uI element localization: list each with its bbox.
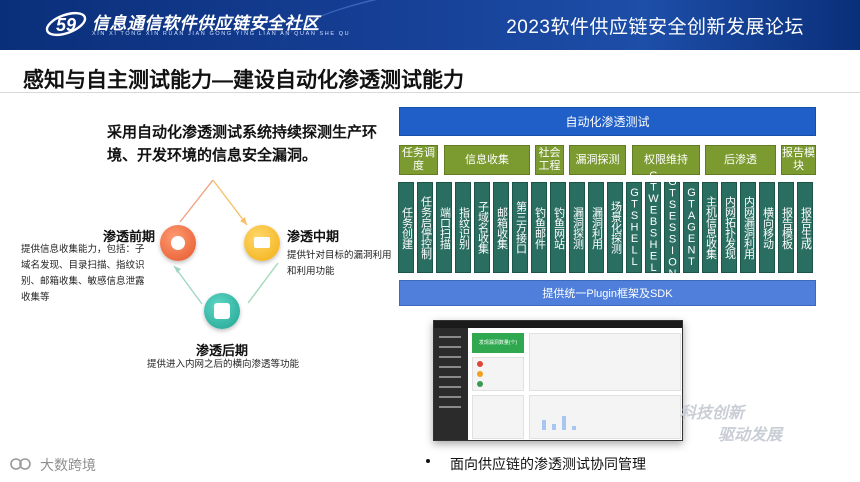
module-item: 指纹识别 bbox=[455, 182, 471, 273]
screenshot-chart-panel bbox=[529, 395, 681, 439]
phase-middle-icon bbox=[244, 225, 280, 261]
module-item: 内网漏洞利用 bbox=[740, 182, 756, 273]
module-item: GTSESSION bbox=[664, 176, 680, 279]
phase-middle-desc: 提供针对目标的漏洞利用和利用功能 bbox=[287, 250, 392, 277]
module-item: 任务创建 bbox=[398, 182, 414, 273]
arch-footer: 提供统一Plugin框架及SDK bbox=[399, 280, 816, 306]
screenshot-sidebar bbox=[434, 328, 468, 440]
module-item: 任务启停控制 bbox=[417, 182, 433, 273]
module-item: 邮箱收集 bbox=[493, 182, 509, 273]
screenshot-panel bbox=[472, 357, 524, 391]
category-vuln-detection: 漏洞探测 bbox=[569, 145, 626, 175]
product-screenshot: 发现漏洞数量(个) bbox=[433, 320, 683, 441]
module-item: 漏洞探测 bbox=[569, 182, 585, 273]
module-item: 报告模板 bbox=[778, 182, 794, 273]
category-report-module: 报告模块 bbox=[781, 145, 816, 175]
phase-middle-title: 渗透中期 bbox=[287, 229, 340, 244]
module-item: 场景化探测 bbox=[607, 182, 623, 273]
phase-late-desc: 提供进入内网之后的横向渗透等功能 bbox=[147, 359, 300, 370]
module-item: GTWEBSHELL bbox=[645, 170, 661, 285]
module-item: 内网拓扑发现 bbox=[721, 182, 737, 273]
logo-subtitle: XIN XI TONG XIN RUAN JIAN GONG YING LIAN… bbox=[92, 31, 351, 37]
screenshot-stat-banner: 发现漏洞数量(个) bbox=[472, 333, 524, 353]
screenshot-chart-panel bbox=[529, 333, 681, 391]
module-item: GTAGENT bbox=[683, 182, 699, 273]
page-title: 感知与自主测试能力—建设自动化渗透测试能力 bbox=[23, 69, 464, 92]
watermark-line2: 驱动发展 bbox=[718, 427, 783, 444]
module-item: 横向移动 bbox=[759, 182, 775, 273]
module-item: GTSHELL bbox=[626, 182, 642, 273]
header-banner: 59 信息通信软件供应链安全社区 XIN XI TONG XIN RUAN JI… bbox=[0, 0, 860, 50]
category-info-gathering: 信息收集 bbox=[444, 145, 530, 175]
screenshot-panel bbox=[472, 395, 524, 439]
category-privilege-persistence: 权限维持 bbox=[632, 145, 700, 175]
brand-logo-icon bbox=[10, 458, 31, 470]
arch-title: 自动化渗透测试 bbox=[399, 107, 816, 136]
category-task-scheduling: 任务调度 bbox=[399, 145, 438, 175]
title-divider bbox=[0, 92, 860, 93]
screenshot-topbar bbox=[434, 321, 682, 328]
module-row: 任务创建 任务启停控制 端口扫描 指纹识别 子域名收集 邮箱收集 第三方接口 钓… bbox=[398, 170, 816, 285]
module-item: 端口扫描 bbox=[436, 182, 452, 273]
phase-early-desc: 提供信息收集能力，包括：子域名发现、目录扫描、指纹识别、邮箱收集、敏感信息泄露收… bbox=[21, 244, 145, 303]
module-item: 报告生成 bbox=[797, 182, 813, 273]
brand-name: 大数跨境 bbox=[40, 457, 96, 473]
phase-late-icon bbox=[204, 293, 240, 329]
bullet-dot bbox=[426, 459, 430, 463]
module-item: 漏洞利用 bbox=[588, 182, 604, 273]
module-item: 主机信息收集 bbox=[702, 182, 718, 273]
watermark-line1: 科技创新 bbox=[680, 405, 745, 422]
module-item: 钓鱼邮件 bbox=[531, 182, 547, 273]
lead-text: 采用自动化渗透测试系统持续探测生产环境、开发环境的信息安全漏洞。 bbox=[107, 124, 378, 164]
module-item: 子域名收集 bbox=[474, 182, 490, 273]
svg-text:59: 59 bbox=[56, 15, 76, 35]
category-social-engineering: 社会工程 bbox=[535, 145, 564, 175]
bullet-text: 面向供应链的渗透测试协同管理 bbox=[450, 456, 646, 472]
module-item: 钓鱼网站 bbox=[550, 182, 566, 273]
phase-early-icon bbox=[160, 225, 196, 261]
category-post-exploitation: 后渗透 bbox=[705, 145, 776, 175]
community-logo-icon: 59 bbox=[45, 11, 87, 37]
module-item: 第三方接口 bbox=[512, 182, 528, 273]
forum-title: 2023软件供应链安全创新发展论坛 bbox=[506, 17, 804, 38]
